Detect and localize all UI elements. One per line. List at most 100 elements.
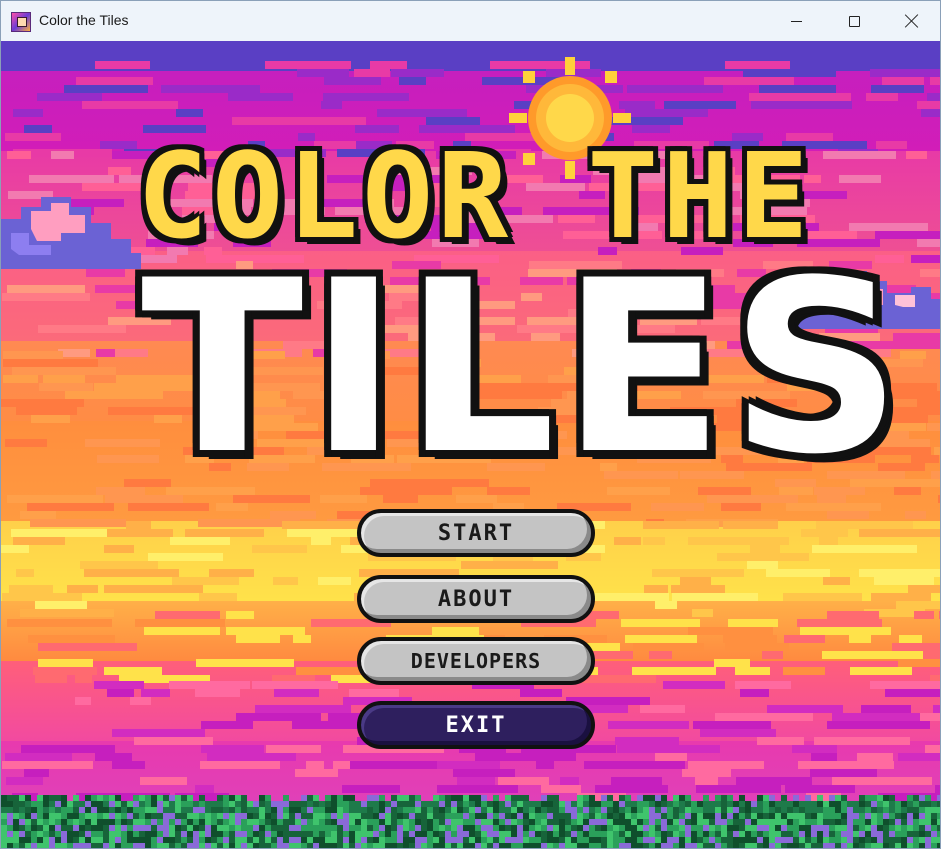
pixel-stripe — [266, 745, 321, 753]
title-bar[interactable]: Color the Tiles — [1, 1, 940, 41]
pixel-stripe — [333, 761, 350, 769]
pixel-stripe — [759, 85, 836, 93]
pixel-stripe — [801, 529, 848, 537]
pixel-stripe — [2, 593, 82, 601]
pixel-stripe — [30, 519, 126, 527]
pixel-stripe — [84, 569, 179, 577]
pixel-stripe — [814, 737, 910, 745]
maximize-button[interactable] — [825, 1, 883, 41]
pixel-stripe — [104, 545, 134, 553]
pixel-stripe — [611, 777, 662, 785]
grass-pixel — [805, 795, 811, 801]
pixel-stripe — [95, 753, 132, 761]
pixel-stripe — [643, 521, 719, 529]
pixel-stripe — [896, 601, 940, 609]
pixel-stripe — [377, 109, 467, 117]
pixel-stripe — [350, 761, 437, 769]
about-button[interactable]: ABOUT — [357, 575, 595, 623]
pixel-stripe — [688, 761, 764, 769]
pixel-stripe — [24, 125, 52, 133]
pixel-stripe — [736, 777, 812, 785]
pixel-stripe — [76, 77, 153, 85]
pixel-stripe — [588, 593, 669, 601]
pixel-stripe — [226, 627, 305, 635]
pixel-stripe — [104, 667, 162, 675]
pixel-stripe — [735, 681, 769, 689]
pixel-stripe — [27, 503, 114, 511]
pixel-stripe — [627, 85, 723, 93]
pixel-stripe — [595, 785, 668, 793]
pixel-stripe — [714, 659, 750, 667]
pixel-stripe — [832, 777, 932, 785]
logo-title-tiles: TILES — [141, 230, 908, 507]
pixel-stripe — [67, 585, 98, 593]
pixel-stripe — [784, 635, 825, 643]
pixel-stripe — [819, 537, 838, 545]
pixel-stripe — [33, 667, 97, 675]
pixel-stripe — [849, 635, 871, 643]
developers-button[interactable]: DEVELOPERS — [357, 637, 595, 685]
grass-pixel — [163, 801, 169, 807]
pixel-stripe — [461, 561, 558, 569]
pixel-stripe — [692, 609, 713, 617]
minimize-button[interactable] — [767, 1, 825, 41]
pixel-stripe — [7, 619, 112, 627]
pixel-stripe — [297, 69, 349, 77]
pixel-stripe — [342, 785, 400, 793]
pixel-stripe — [170, 537, 230, 545]
pixel-stripe — [349, 689, 399, 697]
pixel-stripe — [498, 777, 549, 785]
pixel-stripe — [652, 569, 744, 577]
pixel-stripe — [207, 753, 296, 761]
pixel-stripe — [728, 619, 778, 627]
pixel-stripe — [827, 611, 879, 619]
pixel-stripe — [13, 109, 43, 117]
pixel-stripe — [126, 521, 151, 529]
pixel-stripe — [95, 61, 150, 69]
pixel-stripe — [16, 569, 34, 577]
pixel-stripe — [866, 93, 898, 101]
pixel-stripe — [655, 601, 677, 609]
pixel-stripe — [939, 611, 940, 619]
pixel-stripe — [51, 151, 74, 159]
pixel-stripe — [323, 93, 409, 101]
pixel-stripe — [655, 753, 687, 761]
pixel-stripe — [921, 109, 940, 117]
grass-pixel — [523, 795, 529, 801]
pixel-stripe — [135, 619, 225, 627]
pixel-stripe — [767, 705, 843, 713]
pixel-stripe — [725, 643, 789, 651]
minimize-icon — [790, 20, 802, 22]
pixel-stripe — [155, 611, 220, 619]
pixel-stripe — [640, 705, 685, 713]
pixel-stripe — [671, 585, 725, 593]
pixel-stripe — [28, 635, 115, 643]
pixel-stripe — [172, 577, 239, 585]
pixel-stripe — [680, 577, 711, 585]
pixel-stripe — [930, 77, 940, 85]
game-window: Color the Tiles COLOR THE TILES START AB… — [0, 0, 941, 849]
pixel-stripe — [911, 455, 939, 463]
pixel-stripe — [584, 761, 685, 769]
close-button[interactable] — [883, 1, 940, 41]
pixel-stripe — [148, 553, 223, 561]
close-icon — [905, 14, 919, 28]
pixel-stripe — [823, 151, 896, 159]
pixel-stripe — [64, 85, 148, 93]
pixel-stripe — [273, 577, 298, 585]
pixel-stripe — [311, 537, 331, 545]
pixel-stripe — [38, 659, 93, 667]
start-button[interactable]: START — [357, 509, 595, 557]
pixel-stripe — [615, 737, 679, 745]
pixel-stripe — [236, 635, 280, 643]
pixel-stripe — [236, 713, 321, 721]
pixel-stripe — [810, 769, 877, 777]
pixel-stripe — [161, 85, 260, 93]
pixel-stripe — [37, 93, 102, 101]
pixel-stripe — [107, 529, 173, 537]
exit-button[interactable]: EXIT — [357, 701, 595, 749]
pixel-stripe — [617, 745, 720, 753]
pixel-stripe — [426, 117, 480, 125]
pixel-stripe — [800, 627, 891, 635]
pixel-stripe — [86, 269, 125, 277]
